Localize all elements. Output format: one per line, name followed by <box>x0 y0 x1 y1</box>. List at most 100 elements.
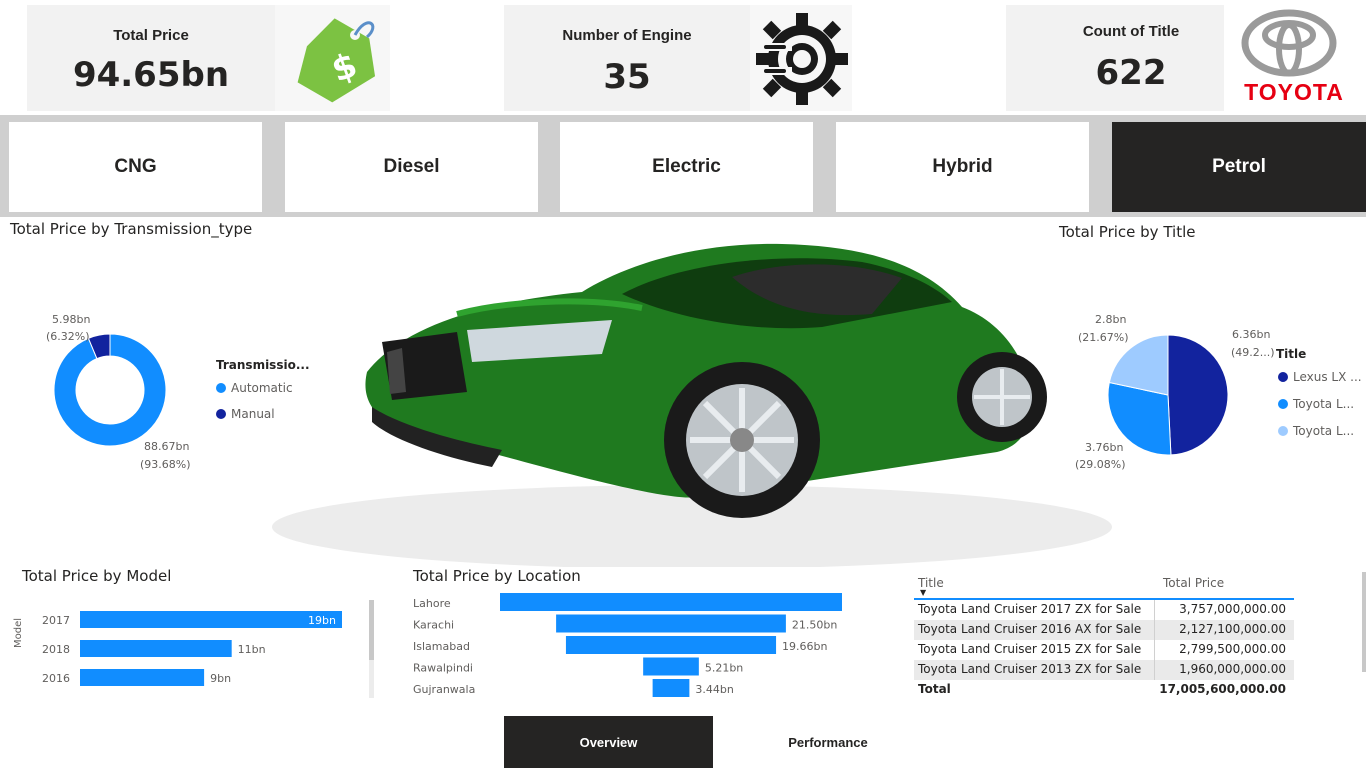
table-cell-title: Toyota Land Cruiser 2016 AX for Sale <box>918 622 1142 636</box>
table-header-price[interactable]: Total Price <box>1163 576 1224 590</box>
legend-manual-label: Manual <box>231 407 275 421</box>
table-cell-title: Toyota Land Cruiser 2013 ZX for Sale <box>918 662 1142 676</box>
model-axis-label: Model <box>13 617 24 648</box>
table-col-divider <box>1154 660 1155 680</box>
table-row[interactable]: Toyota Land Cruiser 2017 ZX for Sale 3,75… <box>914 600 1294 620</box>
slicer-tile-diesel[interactable]: Diesel <box>285 122 538 212</box>
nav-overview-button[interactable]: Overview <box>504 716 713 768</box>
location-data-label: 19.66bn <box>782 640 827 653</box>
kpi-count-title-card: Count of Title 622 TOYOTA <box>1006 5 1366 111</box>
table-row[interactable]: Toyota Land Cruiser 2013 ZX for Sale 1,96… <box>914 660 1294 680</box>
kpi-engine-card: Number of Engine 35 <box>504 5 852 111</box>
title-b-value-label: 3.76bn <box>1085 441 1124 454</box>
hero-car-image <box>262 222 1120 569</box>
table-cell-price: 2,799,500,000.00 <box>1179 642 1286 656</box>
price-tag-dollar-icon: $ <box>275 5 390 111</box>
legend-automatic-label: Automatic <box>231 381 293 395</box>
location-data-label: 5.21bn <box>705 662 743 675</box>
title-a-value-label: 6.36bn <box>1232 328 1271 341</box>
legend-lexus-label: Lexus LX ... <box>1293 370 1362 384</box>
table-cell-price: 2,127,100,000.00 <box>1179 622 1286 636</box>
legend-automatic[interactable]: Automatic <box>216 381 293 395</box>
table-header: Title ▼ Total Price <box>914 572 1294 600</box>
model-bar[interactable] <box>80 640 232 657</box>
transmission-donut-chart <box>53 333 167 447</box>
legend-dot-toyota-2 <box>1278 426 1288 436</box>
table-cell-title: Toyota Land Cruiser 2015 ZX for Sale <box>918 642 1142 656</box>
pie-slice-automatic[interactable] <box>53 333 167 447</box>
slicer-tile-electric[interactable]: Electric <box>560 122 813 212</box>
table-scrollbar[interactable] <box>1362 572 1366 672</box>
slicer-tile-petrol[interactable]: Petrol <box>1112 122 1366 212</box>
title-a-pct-label: (49.2...) <box>1231 346 1275 359</box>
table-row[interactable]: Toyota Land Cruiser 2016 AX for Sale 2,12… <box>914 620 1294 640</box>
location-bar[interactable] <box>643 657 699 676</box>
title-pie-chart <box>1107 334 1229 456</box>
slicer-tile-hybrid[interactable]: Hybrid <box>836 122 1089 212</box>
model-data-label: 11bn <box>238 643 266 656</box>
kpi-engine-title: Number of Engine <box>562 27 692 44</box>
legend-dot-lexus <box>1278 372 1288 382</box>
title-price-table: Title ▼ Total Price Toyota Land Cruiser … <box>914 572 1294 700</box>
manual-pct-label: (6.32%) <box>46 330 90 343</box>
title-c-pct-label: (21.67%) <box>1078 331 1129 344</box>
kpi-total-price-card: Total Price 94.65bn $ <box>27 5 390 111</box>
legend-title-toyota-2[interactable]: Toyota L... <box>1278 424 1354 438</box>
gear-engine-icon <box>750 5 852 111</box>
model-chart-title: Total Price by Model <box>22 567 172 585</box>
location-axis-tick: Islamabad <box>413 640 470 653</box>
location-funnel-chart: Lahore Karachi 21.50bn Islamabad 19.66bn Rawa… <box>413 593 842 697</box>
title-legend-title: Title <box>1276 347 1307 361</box>
model-data-label: 19bn <box>308 614 336 627</box>
location-data-label: 21.50bn <box>792 619 837 632</box>
automatic-pct-label: (93.68%) <box>140 458 191 471</box>
table-col-divider <box>1154 600 1155 620</box>
title-c-value-label: 2.8bn <box>1095 313 1127 326</box>
transmission-legend-title: Transmissio... <box>216 358 310 372</box>
model-bar[interactable] <box>80 669 205 686</box>
table-cell-price: 1,960,000,000.00 <box>1179 662 1286 676</box>
manual-value-label: 5.98bn <box>52 313 91 326</box>
location-bar[interactable] <box>500 593 842 611</box>
kpi-count-title-value: 622 <box>1095 53 1167 93</box>
kpi-total-price-value: 94.65bn <box>72 55 230 95</box>
location-bar[interactable] <box>652 679 690 697</box>
table-col-divider <box>1154 620 1155 640</box>
location-bar[interactable] <box>556 614 786 633</box>
sort-desc-icon: ▼ <box>920 588 927 597</box>
location-axis-tick: Rawalpindi <box>413 662 473 675</box>
title-b-pct-label: (29.08%) <box>1075 458 1126 471</box>
model-axis-tick: 2017 <box>42 614 70 627</box>
location-bar[interactable] <box>565 636 777 654</box>
table-col-divider <box>1154 640 1155 660</box>
model-bar[interactable] <box>80 611 342 628</box>
nav-performance-button[interactable]: Performance <box>725 716 931 768</box>
model-bar-chart: 2017 19bn 2018 11bn 2016 9bn <box>42 611 342 686</box>
model-chart-scrollbar-track <box>369 660 374 698</box>
table-total-value: 17,005,600,000.00 <box>1159 682 1286 696</box>
table-total-label: Total <box>918 682 951 696</box>
location-axis-tick: Karachi <box>413 619 454 632</box>
legend-title-lexus[interactable]: Lexus LX ... <box>1278 370 1362 384</box>
slicer-tile-cng[interactable]: CNG <box>9 122 262 212</box>
kpi-total-price-title: Total Price <box>113 27 189 44</box>
table-total-row: Total 17,005,600,000.00 <box>914 680 1294 700</box>
kpi-count-title-title: Count of Title <box>1082 23 1180 40</box>
model-axis-tick: 2018 <box>42 643 70 656</box>
table-cell-price: 3,757,000,000.00 <box>1179 602 1286 616</box>
legend-title-toyota-1[interactable]: Toyota L... <box>1278 397 1354 411</box>
legend-dot-toyota-1 <box>1278 399 1288 409</box>
toyota-wordmark: TOYOTA <box>1244 79 1344 105</box>
model-chart-scrollbar[interactable] <box>369 600 374 660</box>
transmission-chart-title: Total Price by Transmission_type <box>10 220 253 238</box>
legend-toyota-1-label: Toyota L... <box>1293 397 1355 411</box>
kpi-engine-value: 35 <box>603 57 651 97</box>
pie-slice-lexus-lx-[interactable] <box>1167 334 1229 456</box>
automatic-value-label: 88.67bn <box>144 440 190 453</box>
legend-dot-manual <box>216 409 226 419</box>
legend-manual[interactable]: Manual <box>216 407 275 421</box>
legend-dot-automatic <box>216 383 226 393</box>
title-chart-title: Total Price by Title <box>1059 223 1196 241</box>
table-row[interactable]: Toyota Land Cruiser 2015 ZX for Sale 2,79… <box>914 640 1294 660</box>
location-axis-tick: Gujranwala <box>413 683 475 696</box>
